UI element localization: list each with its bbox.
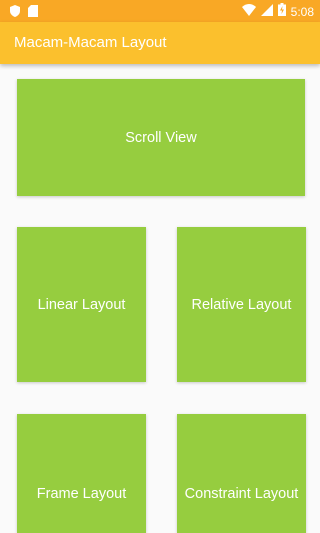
relative-layout-label: Relative Layout bbox=[191, 296, 292, 313]
wifi-icon bbox=[241, 3, 256, 21]
app-bar: Macam-Macam Layout bbox=[0, 22, 320, 64]
status-left-icons bbox=[10, 4, 38, 22]
relative-layout-button[interactable]: Relative Layout bbox=[177, 227, 306, 382]
frame-layout-label: Frame Layout bbox=[36, 485, 127, 502]
constraint-layout-label: Constraint Layout bbox=[184, 485, 299, 502]
scroll-view-button[interactable]: Scroll View bbox=[17, 79, 305, 196]
frame-layout-button[interactable]: Frame Layout bbox=[17, 414, 146, 533]
scroll-view-label: Scroll View bbox=[125, 129, 197, 146]
status-right-icons: 5:08 bbox=[241, 3, 314, 21]
constraint-layout-button[interactable]: Constraint Layout bbox=[177, 414, 306, 533]
linear-layout-button[interactable]: Linear Layout bbox=[17, 227, 146, 382]
sd-card-icon bbox=[28, 4, 38, 22]
app-title: Macam-Macam Layout bbox=[14, 34, 167, 51]
signal-icon bbox=[260, 3, 273, 21]
linear-layout-label: Linear Layout bbox=[37, 296, 126, 313]
shield-icon bbox=[10, 4, 20, 22]
battery-icon bbox=[277, 3, 286, 21]
status-bar: 5:08 bbox=[0, 0, 320, 22]
status-time: 5:08 bbox=[290, 5, 314, 19]
